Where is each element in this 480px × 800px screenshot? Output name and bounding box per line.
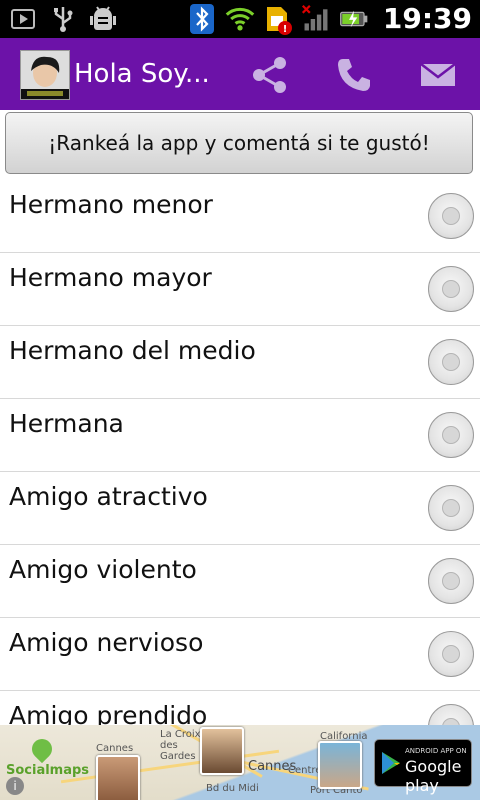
sim-alert-icon: ! — [263, 4, 293, 35]
bluetooth-icon — [187, 4, 217, 34]
list-item-label: Hermana — [9, 409, 124, 438]
radio-button[interactable] — [428, 558, 474, 604]
rate-app-button[interactable]: ¡Rankeá la app y comentá si te gustó! — [5, 112, 473, 174]
clock: 19:39 — [382, 2, 472, 35]
map-label: Cannes — [96, 743, 134, 754]
radio-button[interactable] — [428, 339, 474, 385]
info-icon[interactable]: i — [6, 777, 24, 795]
options-list: Hermano menor Hermano mayor Hermano del … — [0, 180, 480, 764]
wifi-icon — [225, 4, 255, 34]
list-item[interactable]: Amigo violento — [0, 545, 480, 618]
list-item-label: Hermano menor — [9, 190, 213, 219]
list-item-label: Amigo atractivo — [9, 482, 208, 511]
email-button[interactable] — [415, 52, 461, 98]
list-item[interactable]: Amigo atractivo — [0, 472, 480, 545]
battery-charging-icon — [339, 4, 369, 34]
map-label: Centre — [288, 765, 322, 776]
usb-icon — [48, 4, 78, 34]
google-play-badge[interactable]: ANDROID APP ON Google play — [374, 739, 472, 795]
profile-thumbnail — [200, 727, 244, 775]
radio-button[interactable] — [428, 266, 474, 312]
list-item-label: Amigo violento — [9, 555, 197, 584]
list-item[interactable]: Hermano mayor — [0, 253, 480, 326]
ad-banner[interactable]: Cannes La Croix des Gardes California Ca… — [0, 725, 480, 800]
socialmaps-logo: Socialmaps — [6, 763, 90, 778]
android-debug-icon — [88, 4, 118, 34]
list-item[interactable]: Hermano menor — [0, 180, 480, 253]
play-store-icon — [8, 4, 38, 34]
play-badge-subtitle: ANDROID APP ON — [405, 747, 467, 755]
svg-text:!: ! — [283, 24, 288, 35]
app-avatar[interactable] — [20, 50, 70, 100]
list-item[interactable]: Hermana — [0, 399, 480, 472]
signal-icon — [301, 4, 331, 34]
call-button[interactable] — [331, 52, 377, 98]
list-item-label: Hermano del medio — [9, 336, 256, 365]
list-item-label: Amigo nervioso — [9, 628, 204, 657]
profile-thumbnail — [96, 755, 140, 800]
map-label: Bd du Midi — [206, 783, 259, 794]
radio-button[interactable] — [428, 193, 474, 239]
play-badge-title: Google play — [405, 757, 462, 795]
share-button[interactable] — [247, 52, 293, 98]
radio-button[interactable] — [428, 631, 474, 677]
app-title: Hola Soy... — [74, 59, 210, 89]
google-play-icon — [382, 752, 400, 774]
share-icon — [253, 57, 286, 93]
email-icon — [420, 63, 456, 86]
profile-thumbnail — [318, 741, 362, 789]
radio-button[interactable] — [428, 412, 474, 458]
list-item[interactable]: Hermano del medio — [0, 326, 480, 399]
phone-icon — [338, 59, 370, 91]
status-bar: ! 19:39 — [0, 0, 480, 38]
action-bar: Hola Soy... — [0, 38, 480, 110]
list-item[interactable]: Amigo nervioso — [0, 618, 480, 691]
list-item-label: Hermano mayor — [9, 263, 212, 292]
radio-button[interactable] — [428, 485, 474, 531]
